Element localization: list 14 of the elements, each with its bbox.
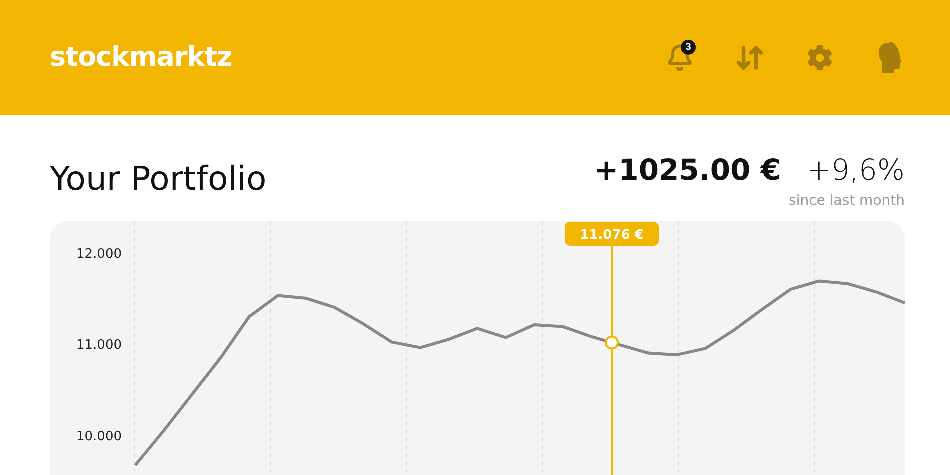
page-title: Your Portfolio	[50, 159, 267, 198]
axis-label: 10.000	[76, 429, 122, 444]
bell-icon	[666, 44, 694, 72]
tooltip-label: 11.076 €	[580, 228, 644, 243]
period-label: since last month	[789, 193, 905, 209]
settings-icon	[807, 44, 833, 70]
notifications-button[interactable]: 3	[660, 38, 700, 78]
axis-label: 11.000	[76, 338, 122, 354]
change-percent: +9,6%	[807, 153, 905, 187]
profile-icon	[877, 42, 903, 74]
data-point	[605, 336, 619, 350]
change-amount: +1025.00 €	[594, 153, 782, 187]
notification-badge: 3	[681, 40, 696, 54]
axis-label: 12.000	[76, 246, 122, 262]
